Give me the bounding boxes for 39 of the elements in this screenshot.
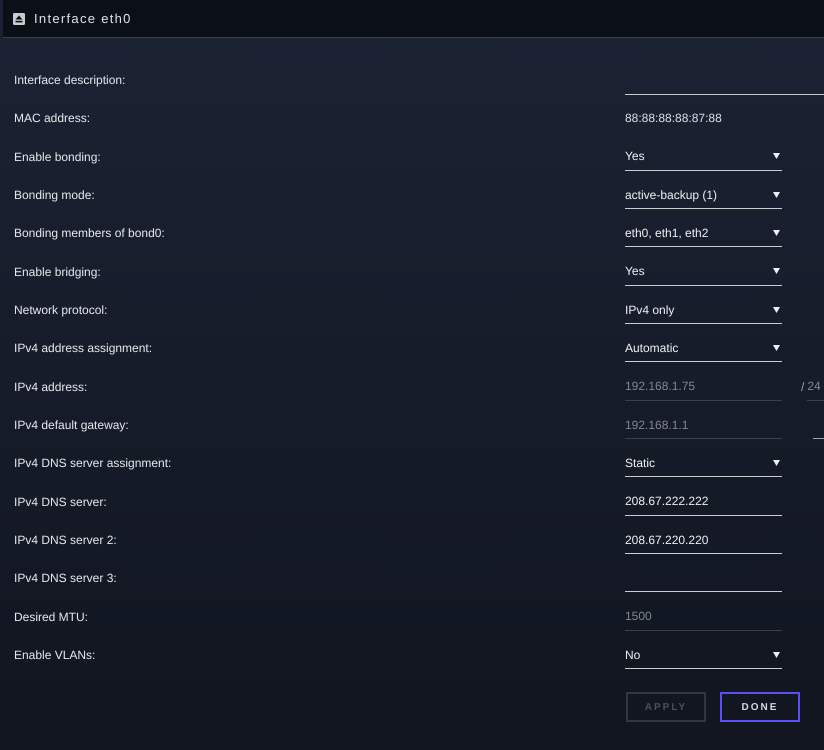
field-label: Enable bonding: [14, 150, 101, 164]
prefix-separator: / [801, 378, 804, 396]
dropdown-caret-icon [773, 460, 780, 466]
eject-box-icon [13, 12, 25, 24]
field-label: Bonding mode: [14, 188, 95, 202]
dropdown[interactable]: IPv4 only [625, 296, 782, 324]
dropdown[interactable]: eth0, eth1, eth2 [625, 219, 782, 248]
field-label: Desired MTU: [14, 610, 88, 624]
dropdown[interactable]: Yes [625, 258, 782, 286]
dropdown-caret-icon [773, 268, 780, 274]
window-title: Interface eth0 [34, 10, 132, 28]
field-label: Interface description: [14, 73, 126, 88]
field-label: Enable VLANs: [14, 648, 96, 662]
dropdown[interactable]: Static [625, 449, 782, 478]
dropdown[interactable]: No [625, 641, 782, 670]
field-label: Bonding members of bond0: [14, 226, 165, 240]
field-label: IPv4 DNS server: [14, 494, 107, 509]
field-label: IPv4 default gateway: [14, 418, 129, 432]
dropdown-caret-icon [773, 652, 780, 658]
dropdown-caret-icon [773, 192, 780, 198]
dropdown-caret-icon [773, 230, 780, 236]
field-label: Network protocol: [14, 303, 108, 318]
dropdown-caret-icon [773, 153, 780, 160]
field-label: IPv4 DNS server assignment: [14, 456, 172, 470]
mac-address-value: 88:88:88:88:87:88 [625, 110, 722, 128]
field-label: IPv4 address assignment: [14, 341, 152, 356]
field-label: Enable bridging: [14, 264, 101, 279]
dropdown[interactable]: active-backup (1) [625, 181, 782, 210]
text-field[interactable]: 208.67.220.220 [625, 526, 782, 554]
text-field[interactable]: 208.67.222.222 [625, 488, 782, 516]
field-label: IPv4 DNS server 2: [14, 533, 117, 548]
dropdown[interactable]: Yes [625, 142, 782, 171]
field-label: MAC address: [14, 111, 90, 126]
dropdown-caret-icon [773, 306, 780, 313]
done-button[interactable]: DONE [720, 692, 800, 722]
dropdown[interactable]: Automatic [625, 334, 782, 362]
dropdown-caret-icon [773, 344, 780, 351]
field-label: IPv4 DNS server 3: [14, 571, 117, 586]
field-label: IPv4 address: [14, 380, 88, 394]
